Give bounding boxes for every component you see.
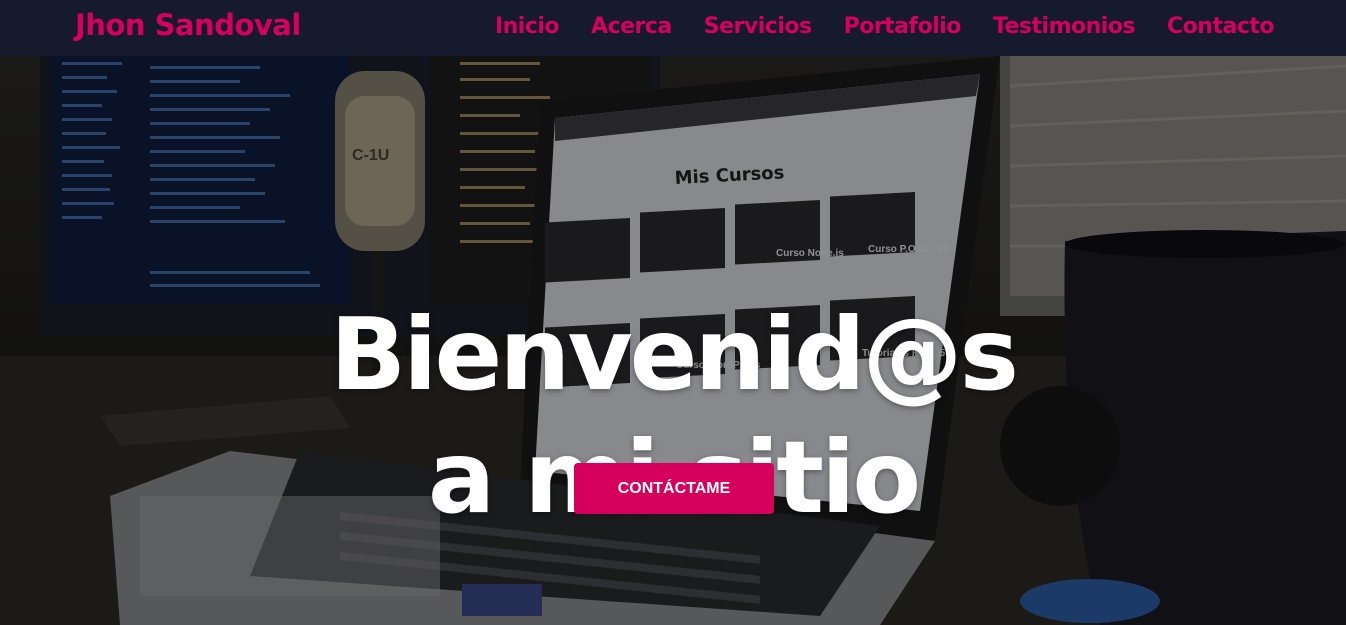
top-navbar: Jhon Sandoval Inicio Acerca Servicios Po… — [0, 0, 1346, 56]
nav-link-inicio[interactable]: Inicio — [495, 12, 560, 42]
nav-link-servicios[interactable]: Servicios — [704, 12, 812, 42]
nav-link-contacto[interactable]: Contacto — [1167, 12, 1274, 42]
nav-links: Inicio Acerca Servicios Portafolio Testi… — [495, 12, 1275, 42]
nav-link-testimonios[interactable]: Testimonios — [993, 12, 1136, 42]
contact-me-button[interactable]: CONTÁCTAME — [574, 463, 774, 514]
hero-title-line-1: Bienvenid@s — [329, 296, 1019, 413]
hero-section: C-1U Mis Cursos Curso Node.js Curso P.O.… — [0, 56, 1346, 625]
nav-link-acerca[interactable]: Acerca — [591, 12, 672, 42]
nav-link-portafolio[interactable]: Portafolio — [844, 12, 962, 42]
brand-logo-link[interactable]: Jhon Sandoval — [75, 8, 301, 42]
